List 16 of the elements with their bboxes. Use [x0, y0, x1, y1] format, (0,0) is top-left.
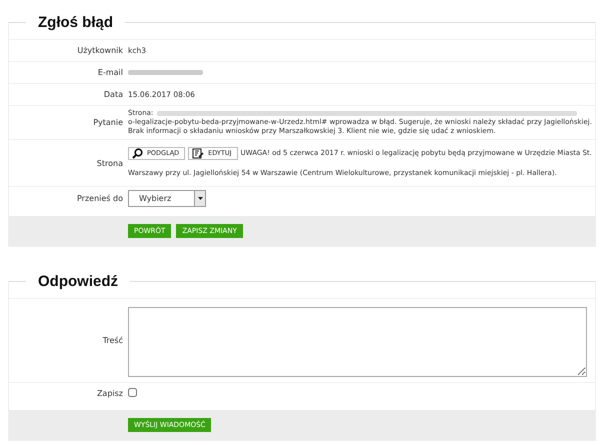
save-checkbox[interactable] [128, 388, 137, 397]
field-label: Strona [96, 158, 123, 168]
section-title: Zgłoś błąd [37, 14, 114, 31]
field-label: E-mail [98, 68, 123, 77]
field-label: Data [104, 90, 123, 99]
move-to-select[interactable]: Wybierz [128, 190, 206, 207]
field-label: Użytkownik [77, 46, 123, 55]
field-label: Treść [102, 336, 123, 345]
section-title: Odpowiedź [37, 273, 119, 290]
dropdown-icon [198, 197, 202, 200]
edit-icon [192, 148, 204, 158]
message-field[interactable] [128, 307, 587, 377]
field-label: Pytanie [93, 118, 123, 127]
search-icon [132, 148, 143, 158]
field-label: Przenieś do [77, 194, 123, 203]
field-label: Zapisz [96, 389, 123, 398]
